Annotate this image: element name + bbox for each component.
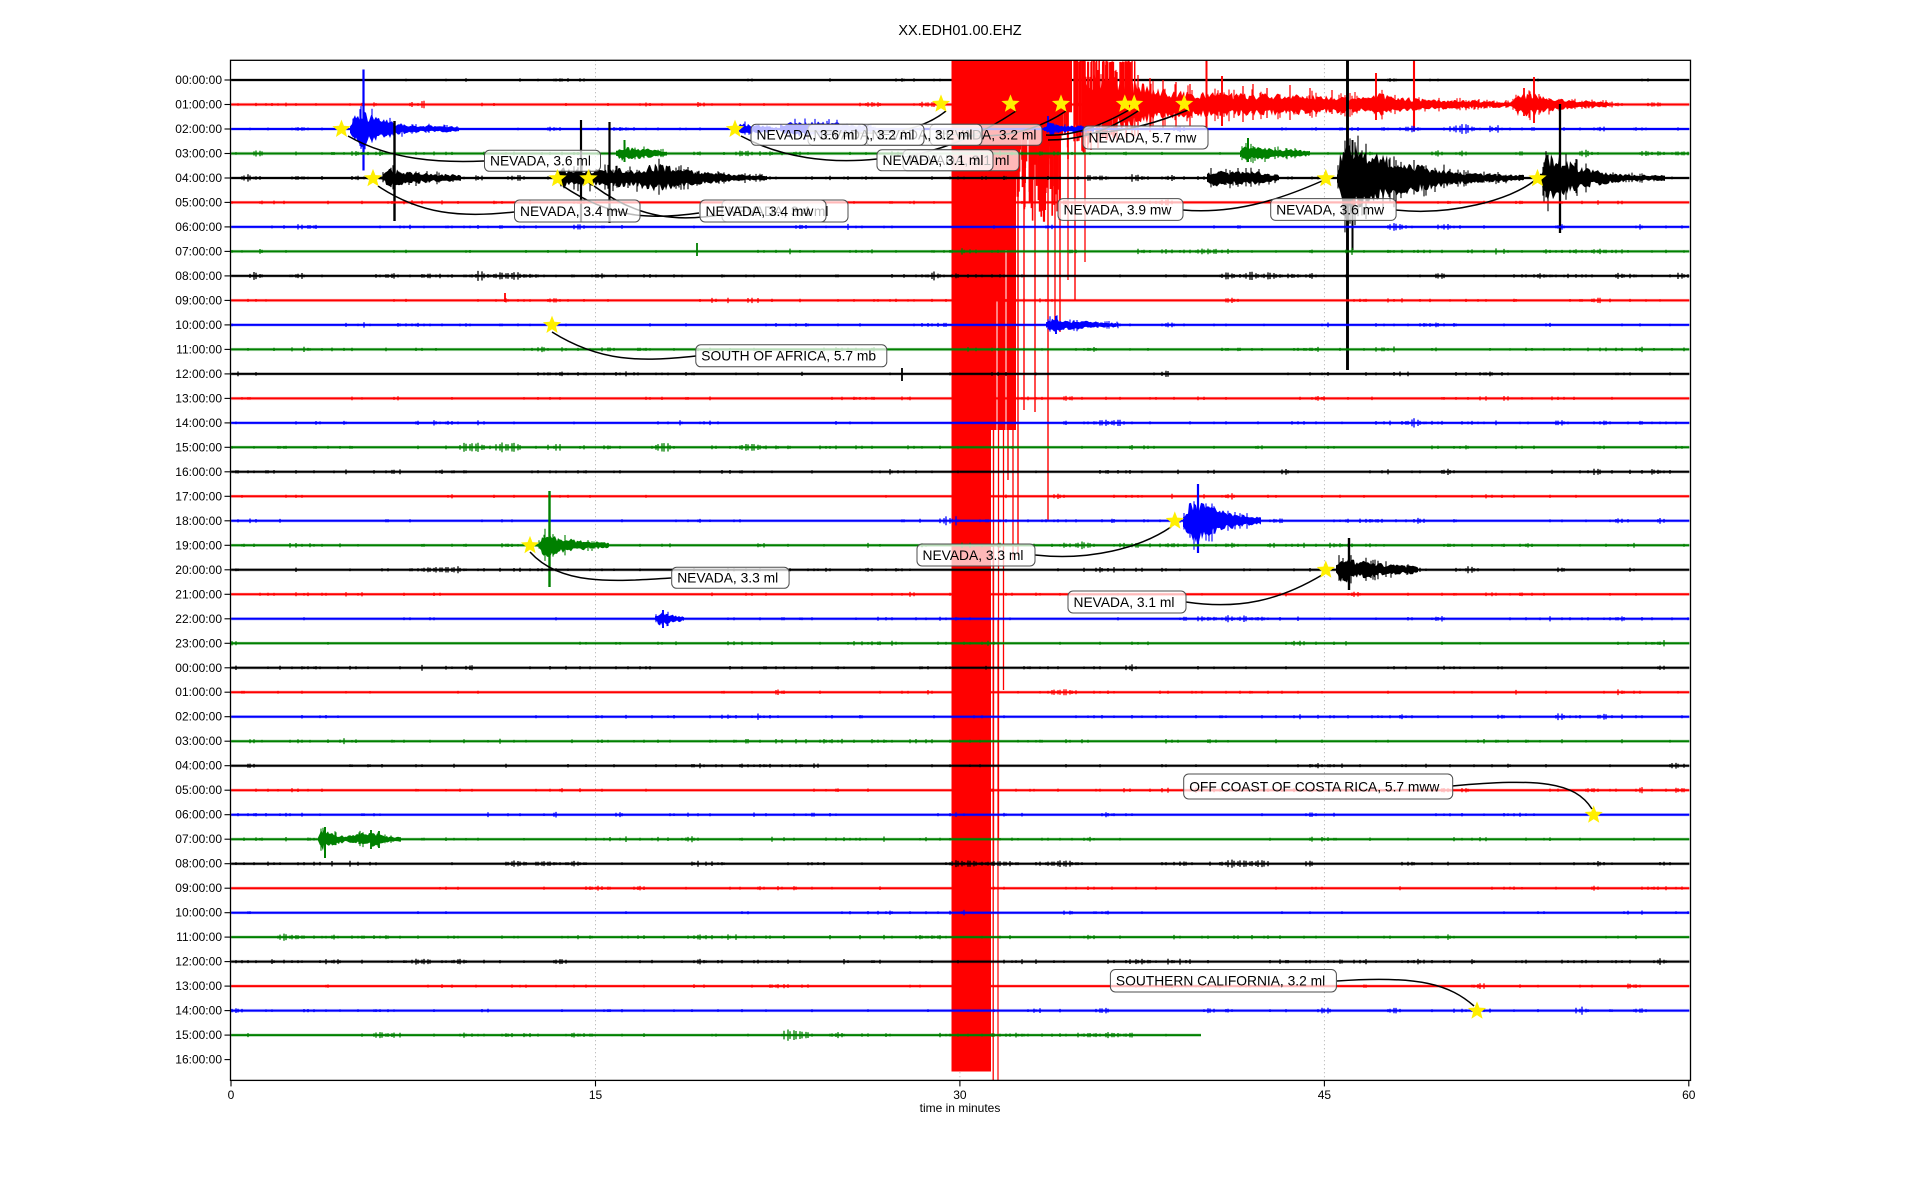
svg-text:45: 45	[1318, 1088, 1332, 1102]
svg-text:07:00:00: 07:00:00	[175, 244, 222, 258]
svg-text:time in minutes: time in minutes	[920, 1101, 1001, 1115]
svg-text:NEVADA, 3.3 ml: NEVADA, 3.3 ml	[923, 548, 1024, 563]
svg-text:NEVADA, 3.6 ml: NEVADA, 3.6 ml	[757, 128, 858, 143]
svg-text:NEVADA, 3.4 mw: NEVADA, 3.4 mw	[706, 204, 814, 219]
svg-text:NEVADA, 3.1 ml: NEVADA, 3.1 ml	[1074, 595, 1175, 610]
svg-text:18:00:00: 18:00:00	[175, 514, 222, 528]
svg-text:03:00:00: 03:00:00	[175, 147, 222, 161]
svg-text:NEVADA, 3.1 ml: NEVADA, 3.1 ml	[883, 153, 984, 168]
svg-text:NEVADA, 3.6 mw: NEVADA, 3.6 mw	[1276, 202, 1384, 217]
svg-text:NEVADA, 3.4 mw: NEVADA, 3.4 mw	[520, 204, 628, 219]
svg-text:NEVADA, 3.9 mw: NEVADA, 3.9 mw	[1064, 202, 1172, 217]
svg-text:13:00:00: 13:00:00	[175, 979, 222, 993]
svg-text:30: 30	[953, 1088, 967, 1102]
svg-text:00:00:00: 00:00:00	[175, 73, 222, 87]
svg-text:08:00:00: 08:00:00	[175, 857, 222, 871]
svg-text:NEVADA, 3.3 ml: NEVADA, 3.3 ml	[677, 571, 778, 586]
svg-text:14:00:00: 14:00:00	[175, 416, 222, 430]
svg-text:08:00:00: 08:00:00	[175, 269, 222, 283]
svg-text:20:00:00: 20:00:00	[175, 563, 222, 577]
svg-text:06:00:00: 06:00:00	[175, 220, 222, 234]
svg-text:22:00:00: 22:00:00	[175, 612, 222, 626]
svg-text:16:00:00: 16:00:00	[175, 1053, 222, 1067]
svg-text:11:00:00: 11:00:00	[176, 930, 222, 944]
svg-text:09:00:00: 09:00:00	[175, 881, 222, 895]
svg-text:04:00:00: 04:00:00	[175, 171, 222, 185]
svg-text:15:00:00: 15:00:00	[175, 1028, 222, 1042]
svg-text:16:00:00: 16:00:00	[175, 465, 222, 479]
svg-text:10:00:00: 10:00:00	[175, 906, 222, 920]
svg-text:06:00:00: 06:00:00	[175, 808, 222, 822]
svg-text:15: 15	[589, 1088, 603, 1102]
svg-text:NEVADA, 3.6 ml: NEVADA, 3.6 ml	[490, 154, 591, 169]
svg-text:12:00:00: 12:00:00	[175, 955, 222, 969]
svg-text:11:00:00: 11:00:00	[176, 342, 222, 356]
svg-text:OFF COAST OF COSTA RICA, 5.7 m: OFF COAST OF COSTA RICA, 5.7 mww	[1189, 779, 1439, 794]
svg-text:13:00:00: 13:00:00	[175, 391, 222, 405]
svg-text:60: 60	[1682, 1088, 1696, 1102]
svg-text:00:00:00: 00:00:00	[175, 661, 222, 675]
svg-text:NEVADA, 5.7 mw: NEVADA, 5.7 mw	[1089, 130, 1197, 145]
svg-text:SOUTHERN CALIFORNIA, 3.2 ml: SOUTHERN CALIFORNIA, 3.2 ml	[1116, 974, 1325, 989]
svg-text:21:00:00: 21:00:00	[175, 587, 222, 601]
svg-text:03:00:00: 03:00:00	[175, 734, 222, 748]
svg-text:10:00:00: 10:00:00	[175, 318, 222, 332]
svg-text:SOUTH OF AFRICA, 5.7 mb: SOUTH OF AFRICA, 5.7 mb	[701, 349, 876, 364]
svg-text:04:00:00: 04:00:00	[175, 759, 222, 773]
svg-text:12:00:00: 12:00:00	[175, 367, 222, 381]
svg-text:05:00:00: 05:00:00	[175, 195, 222, 209]
svg-text:XX.EDH01.00.EHZ: XX.EDH01.00.EHZ	[898, 23, 1021, 39]
svg-text:05:00:00: 05:00:00	[175, 783, 222, 797]
svg-text:23:00:00: 23:00:00	[175, 636, 222, 650]
svg-text:02:00:00: 02:00:00	[175, 710, 222, 724]
svg-text:07:00:00: 07:00:00	[175, 832, 222, 846]
svg-text:02:00:00: 02:00:00	[175, 122, 222, 136]
svg-text:17:00:00: 17:00:00	[175, 489, 222, 503]
svg-text:15:00:00: 15:00:00	[175, 440, 222, 454]
svg-text:01:00:00: 01:00:00	[175, 685, 222, 699]
svg-text:0: 0	[228, 1088, 235, 1102]
svg-text:09:00:00: 09:00:00	[175, 293, 222, 307]
svg-text:01:00:00: 01:00:00	[175, 98, 222, 112]
svg-text:19:00:00: 19:00:00	[175, 538, 222, 552]
svg-text:14:00:00: 14:00:00	[175, 1004, 222, 1018]
